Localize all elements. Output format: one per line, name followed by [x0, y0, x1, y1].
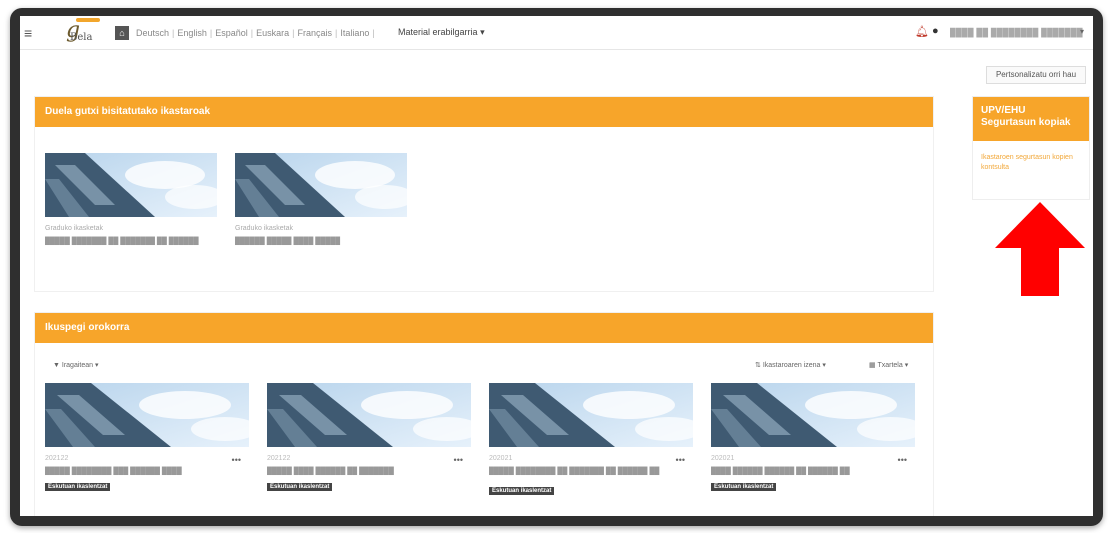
hidden-status-badge: Eskutuan ikaslentzat: [489, 487, 555, 495]
material-menu-label: Material erabilgarria: [398, 27, 478, 37]
course-image[interactable]: [45, 383, 249, 447]
chevron-down-icon: ▾: [94, 362, 99, 369]
lang-espanol[interactable]: Español: [215, 28, 248, 38]
backup-block: UPV/EHU Segurtasun kopiak Ikastaroen seg…: [972, 96, 1090, 200]
course-name[interactable]: █████ ████████ ██ ███████ ██ ██████ ██: [489, 468, 693, 475]
chevron-down-icon: ▾: [822, 362, 826, 369]
hamburger-icon[interactable]: ≡: [24, 25, 32, 41]
course-year: 202122: [267, 455, 291, 462]
lang-english[interactable]: English: [177, 28, 207, 38]
top-navbar: ≡ g Bela ⌂ Deutsch | English | Español |…: [20, 16, 1093, 50]
language-menu: Deutsch | English | Español | Euskara | …: [136, 28, 375, 38]
lang-italiano[interactable]: Italiano: [340, 28, 369, 38]
recent-courses-title: Duela gutxi bisitatutako ikastaroak: [35, 97, 933, 127]
recent-courses-section: Duela gutxi bisitatutako ikastaroak Grad…: [34, 96, 934, 292]
filter-dropdown[interactable]: ▼ Iragaitean ▾: [53, 361, 99, 369]
recent-course-card[interactable]: Graduko ikasketak ██████ █████ ████ ████…: [235, 153, 407, 245]
backup-consult-link[interactable]: Ikastaroen segurtasun kopien kontsulta: [973, 141, 1089, 185]
message-icon[interactable]: ●: [932, 25, 939, 37]
more-options-icon[interactable]: •••: [232, 455, 241, 465]
course-overview-title: Ikuspegi orokorra: [35, 313, 933, 343]
sort-dropdown[interactable]: ⇅ Ikastaroaren izena ▾: [755, 361, 826, 369]
view-dropdown[interactable]: ▦ Txartela ▾: [869, 361, 908, 369]
course-image[interactable]: [711, 383, 915, 447]
course-image-art: [45, 153, 217, 217]
lang-francais[interactable]: Français: [298, 28, 333, 38]
course-image-art: [711, 383, 915, 447]
hidden-status-badge: Eskutuan ikaslentzat: [711, 483, 777, 491]
sort-label: Ikastaroaren izena: [762, 362, 821, 369]
overview-course-card[interactable]: 202021 ••• ████ ██████ ██████ ██ ██████ …: [711, 383, 915, 493]
grid-icon: ▦: [869, 362, 876, 369]
lang-deutsch[interactable]: Deutsch: [136, 28, 169, 38]
course-year: 202021: [489, 455, 513, 462]
course-name[interactable]: █████ ███████ ██ ███████ ██ ██████: [45, 238, 217, 245]
more-options-icon[interactable]: •••: [676, 455, 685, 465]
browser-screen: ≡ g Bela ⌂ Deutsch | English | Español |…: [20, 16, 1093, 516]
egela-logo[interactable]: g Bela: [64, 18, 114, 46]
sort-icon: ⇅: [755, 362, 761, 369]
course-year: 202122: [45, 455, 69, 462]
user-name[interactable]: ████ ██ ████████ ███████: [950, 28, 1083, 37]
course-year: 202021: [711, 455, 735, 462]
lang-euskara[interactable]: Euskara: [256, 28, 289, 38]
course-name[interactable]: ████ ██████ ██████ ██ ██████ ██: [711, 468, 915, 475]
course-image[interactable]: [235, 153, 407, 217]
filter-label: Iragaitean: [61, 362, 94, 369]
overview-course-card[interactable]: 202122 ••• █████ ████ ██████ ██ ███████ …: [267, 383, 471, 493]
course-name[interactable]: █████ ████████ ███ ██████ ████: [45, 468, 249, 475]
user-chevron-down-icon[interactable]: ▾: [1080, 27, 1084, 36]
user-menu-icon[interactable]: ⌂: [115, 26, 129, 40]
recent-course-card[interactable]: Graduko ikasketak █████ ███████ ██ █████…: [45, 153, 217, 245]
course-name[interactable]: ██████ █████ ████ █████: [235, 238, 407, 245]
notification-bell-icon[interactable]: 🔔︎: [915, 25, 929, 38]
course-overview-section: Ikuspegi orokorra ▼ Iragaitean ▾ ⇅ Ikast…: [34, 312, 934, 516]
hidden-status-badge: Eskutuan ikaslentzat: [45, 483, 111, 491]
customize-page-button[interactable]: Pertsonalizatu orri hau: [986, 66, 1086, 84]
course-image[interactable]: [267, 383, 471, 447]
course-image-art: [45, 383, 249, 447]
chevron-down-icon: ▾: [480, 27, 485, 37]
filter-icon: ▼: [53, 362, 60, 369]
overview-course-card[interactable]: 202122 ••• █████ ████████ ███ ██████ ███…: [45, 383, 249, 493]
course-image-art: [489, 383, 693, 447]
material-menu[interactable]: Material erabilgarria ▾: [398, 27, 485, 38]
course-name[interactable]: █████ ████ ██████ ██ ███████: [267, 468, 471, 475]
course-image[interactable]: [45, 153, 217, 217]
course-image-art: [235, 153, 407, 217]
hidden-status-badge: Eskutuan ikaslentzat: [267, 483, 333, 491]
course-image-art: [267, 383, 471, 447]
course-category: Graduko ikasketak: [235, 225, 293, 232]
course-category: Graduko ikasketak: [45, 225, 103, 232]
backup-block-title: UPV/EHU Segurtasun kopiak: [973, 97, 1089, 141]
more-options-icon[interactable]: •••: [898, 455, 907, 465]
logo-text: Bela: [70, 32, 93, 43]
course-image[interactable]: [489, 383, 693, 447]
more-options-icon[interactable]: •••: [454, 455, 463, 465]
red-arrow-annotation: [995, 202, 1085, 296]
chevron-down-icon: ▾: [904, 362, 909, 369]
overview-course-card[interactable]: 202021 ••• █████ ████████ ██ ███████ ██ …: [489, 383, 693, 497]
view-label: Txartela: [877, 362, 903, 369]
